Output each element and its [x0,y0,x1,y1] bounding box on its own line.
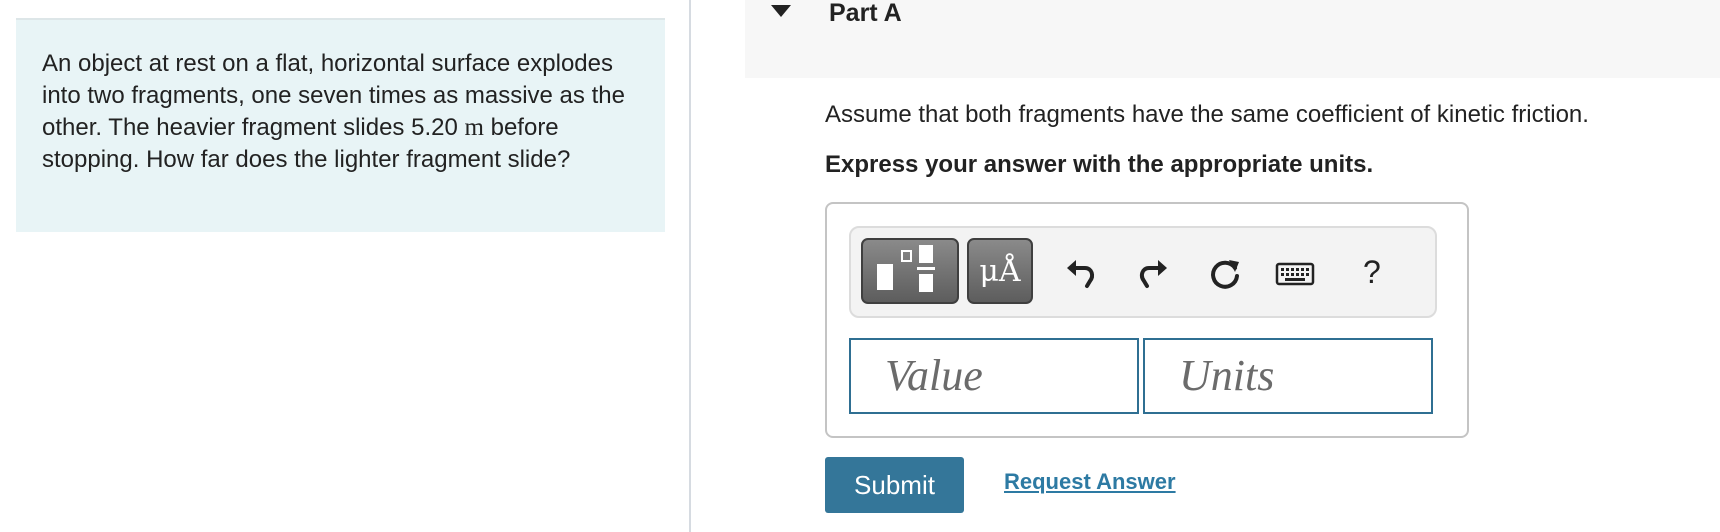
units-input[interactable]: Units [1143,338,1433,414]
redo-icon[interactable] [1133,254,1173,294]
collapse-caret-icon[interactable] [771,5,791,17]
keyboard-icon[interactable] [1275,254,1315,294]
answer-box: μÅ ? Value Units [825,202,1469,438]
symbols-label: μÅ [979,253,1021,289]
reset-icon[interactable] [1205,254,1245,294]
problem-panel: An object at rest on a flat, horizontal … [16,18,665,232]
problem-unit: m [464,114,484,141]
part-header[interactable]: Part A [745,0,1720,78]
request-answer-link[interactable]: Request Answer [1004,469,1176,495]
problem-value: 5.20 [411,114,458,141]
panel-divider [689,0,691,532]
help-icon[interactable]: ? [1363,252,1381,292]
symbols-button[interactable]: μÅ [967,238,1033,304]
undo-icon[interactable] [1061,254,1101,294]
templates-button[interactable] [861,238,959,304]
instruction-text: Assume that both fragments have the same… [825,101,1589,128]
part-title: Part A [829,0,902,27]
submit-button[interactable]: Submit [825,457,964,513]
value-input[interactable]: Value [849,338,1139,414]
math-toolbar: μÅ ? [849,226,1437,318]
units-instruction: Express your answer with the appropriate… [825,151,1374,178]
problem-statement: An object at rest on a flat, horizontal … [42,48,642,176]
